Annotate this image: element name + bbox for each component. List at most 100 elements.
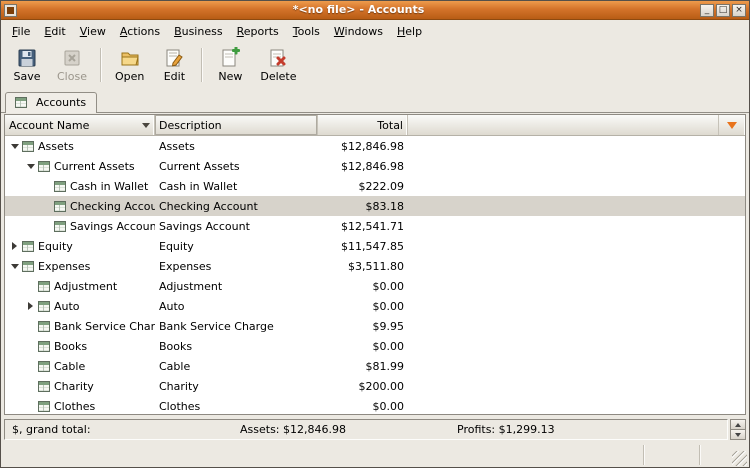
column-header-account-name[interactable]: Account Name: [5, 115, 155, 135]
account-icon: [22, 260, 34, 272]
account-total: $83.18: [365, 199, 405, 213]
delete-button[interactable]: Delete: [252, 44, 304, 86]
toolbar-separator: [201, 48, 204, 82]
menu-business[interactable]: Business: [167, 22, 230, 41]
expander-icon[interactable]: [8, 240, 21, 252]
account-description: Expenses: [159, 259, 212, 273]
account-total: $81.99: [365, 359, 405, 373]
spinner-up-button[interactable]: [730, 419, 746, 430]
account-icon: [38, 340, 50, 352]
column-select-button[interactable]: [719, 115, 745, 135]
accounts-tab-icon: [15, 97, 27, 108]
account-name: Bank Service Charge: [54, 319, 155, 333]
menu-tools[interactable]: Tools: [286, 22, 327, 41]
new-button[interactable]: New: [208, 44, 252, 86]
description-header-label: Description: [159, 118, 222, 132]
save-button[interactable]: Save: [5, 44, 49, 86]
account-total: $0.00: [372, 399, 405, 413]
expander-icon[interactable]: [8, 140, 21, 152]
new-icon: [219, 47, 241, 69]
tab-accounts[interactable]: Accounts: [5, 92, 98, 113]
table-row[interactable]: Auto Auto $0.00: [5, 296, 745, 316]
table-row-selected[interactable]: Checking Account Checking Account $83.18: [5, 196, 745, 216]
menu-file[interactable]: File: [5, 22, 37, 41]
table-row[interactable]: Expenses Expenses $3,511.80: [5, 256, 745, 276]
expander-icon[interactable]: [24, 300, 37, 312]
spinner-down-button[interactable]: [730, 430, 746, 440]
account-icon: [54, 180, 66, 192]
account-total: $222.09: [358, 179, 405, 193]
accounts-tree: Account Name Description Total Assets As…: [4, 114, 746, 415]
account-icon: [38, 280, 50, 292]
edit-icon: [163, 47, 185, 69]
account-name: Assets: [38, 139, 74, 153]
window-title: *<no file> - Accounts: [292, 3, 425, 16]
account-description: Cable: [159, 359, 191, 373]
account-icon: [38, 380, 50, 392]
table-row[interactable]: Books Books $0.00: [5, 336, 745, 356]
open-icon: [119, 47, 141, 69]
toolbar: Save Close Open Edit New Delete: [1, 42, 749, 88]
account-name: Clothes: [54, 399, 96, 413]
open-label: Open: [114, 70, 145, 83]
table-row[interactable]: Clothes Clothes $0.00: [5, 396, 745, 413]
account-description: Adjustment: [159, 279, 223, 293]
table-row[interactable]: Bank Service Charge Bank Service Charge …: [5, 316, 745, 336]
account-icon: [38, 400, 50, 412]
account-description: Cash in Wallet: [159, 179, 238, 193]
table-row[interactable]: Cash in Wallet Cash in Wallet $222.09: [5, 176, 745, 196]
window-bottom-strip: [1, 442, 749, 467]
open-button[interactable]: Open: [107, 44, 152, 86]
edit-button[interactable]: Edit: [152, 44, 196, 86]
window-menu-icon[interactable]: [4, 3, 17, 17]
table-row[interactable]: Assets Assets $12,846.98: [5, 136, 745, 156]
assets-total: Assets: $12,846.98: [240, 423, 346, 436]
account-name: Cash in Wallet: [70, 179, 149, 193]
titlebar[interactable]: *<no file> - Accounts _ □ ×: [1, 1, 749, 20]
arrow-down-icon: [735, 432, 741, 440]
table-row[interactable]: Cable Cable $81.99: [5, 356, 745, 376]
expander-icon[interactable]: [24, 160, 37, 172]
account-name: Charity: [54, 379, 94, 393]
menu-help[interactable]: Help: [390, 22, 429, 41]
account-name: Cable: [54, 359, 86, 373]
account-description: Equity: [159, 239, 194, 253]
account-description: Books: [159, 339, 193, 353]
table-row[interactable]: Savings Account Savings Account $12,541.…: [5, 216, 745, 236]
menu-actions[interactable]: Actions: [113, 22, 167, 41]
maximize-button[interactable]: □: [716, 3, 730, 17]
account-icon: [38, 320, 50, 332]
account-name: Adjustment: [54, 279, 118, 293]
table-row[interactable]: Equity Equity $11,547.85: [5, 236, 745, 256]
resize-grip[interactable]: [732, 451, 747, 466]
account-total: $12,846.98: [341, 139, 404, 153]
menu-view[interactable]: View: [73, 22, 113, 41]
summary-spinner: [730, 419, 746, 440]
toolbar-separator: [99, 48, 102, 82]
account-total: $0.00: [372, 299, 405, 313]
column-header-total[interactable]: Total: [318, 115, 408, 135]
table-row[interactable]: Charity Charity $200.00: [5, 376, 745, 396]
close-file-label: Close: [57, 70, 87, 83]
account-name: Checking Account: [70, 199, 155, 213]
statusbar-divider: [699, 445, 701, 465]
table-row[interactable]: Adjustment Adjustment $0.00: [5, 276, 745, 296]
close-button[interactable]: ×: [732, 3, 746, 17]
tab-label: Accounts: [36, 96, 87, 109]
column-header-description[interactable]: Description: [155, 115, 318, 135]
table-header-row: Account Name Description Total: [5, 115, 745, 136]
close-file-icon: [61, 47, 83, 69]
account-description: Assets: [159, 139, 195, 153]
account-description: Savings Account: [159, 219, 250, 233]
menu-edit[interactable]: Edit: [37, 22, 72, 41]
menu-windows[interactable]: Windows: [327, 22, 390, 41]
expander-icon[interactable]: [8, 260, 21, 272]
table-row[interactable]: Current Assets Current Assets $12,846.98: [5, 156, 745, 176]
account-description: Clothes: [159, 399, 201, 413]
menu-reports[interactable]: Reports: [230, 22, 286, 41]
summary-bar: $, grand total: Assets: $12,846.98 Profi…: [4, 419, 728, 440]
minimize-button[interactable]: _: [700, 3, 714, 17]
arrow-up-icon: [735, 420, 741, 427]
